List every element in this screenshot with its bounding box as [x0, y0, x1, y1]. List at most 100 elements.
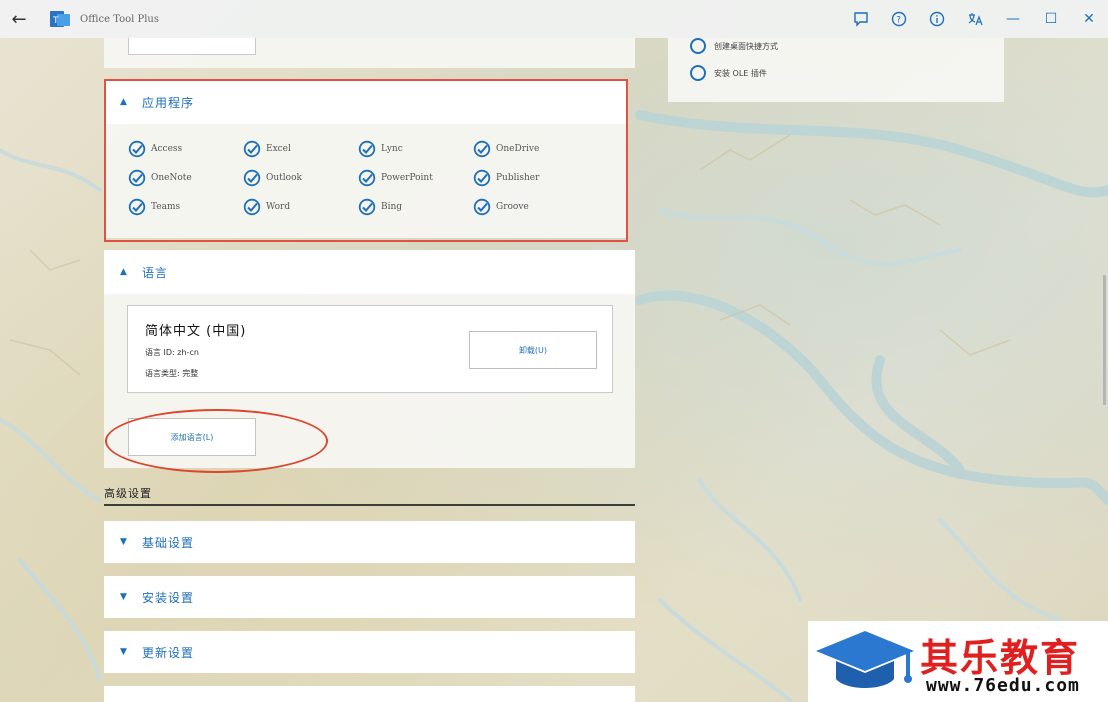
checkmark-circle-icon: [473, 198, 491, 215]
close-button[interactable]: ✕: [1070, 0, 1108, 38]
radio-icon: [690, 65, 706, 81]
watermark-name: 其乐教育: [920, 636, 1081, 680]
scrollbar[interactable]: [1103, 275, 1106, 405]
update-settings-title: 更新设置: [142, 645, 195, 660]
language-section-header[interactable]: ▲ 语言: [104, 250, 635, 294]
help-button[interactable]: ?: [880, 0, 918, 38]
basic-settings-header[interactable]: ▼ 基础设置: [104, 521, 635, 563]
checkmark-circle-icon: [358, 140, 376, 157]
chevron-down-icon: ▼: [120, 537, 127, 547]
checkmark-circle-icon: [243, 140, 261, 157]
checkmark-circle-icon: [473, 169, 491, 186]
language-type: 语言类型: 完整: [145, 369, 199, 378]
app-label: Excel: [266, 143, 291, 154]
title-bar: ← T Office Tool Plus ? — ☐ ✕: [0, 0, 1108, 38]
back-icon: ←: [11, 8, 27, 30]
watermark-url: www.76edu.com: [926, 675, 1080, 696]
language-section-title: 语言: [142, 265, 169, 280]
language-card: 简体中文 (中国) 语言 ID: zh-cn 语言类型: 完整 卸载(U): [127, 305, 613, 393]
chevron-down-icon: ▼: [120, 592, 127, 602]
app-item-teams[interactable]: Teams: [128, 196, 243, 217]
language-section: ▲ 语言 简体中文 (中国) 语言 ID: zh-cn 语言类型: 完整 卸载(…: [104, 250, 635, 468]
maximize-icon: ☐: [1044, 11, 1058, 27]
install-settings-section[interactable]: ▼ 安装设置: [104, 576, 635, 618]
app-item-access[interactable]: Access: [128, 138, 243, 159]
option-ole-plugin[interactable]: 安装 OLE 插件: [690, 65, 767, 81]
language-icon: [968, 13, 983, 26]
option-label: 创建桌面快捷方式: [714, 41, 778, 51]
app-item-onedrive[interactable]: OneDrive: [473, 138, 588, 159]
app-item-lync[interactable]: Lync: [358, 138, 473, 159]
app-item-excel[interactable]: Excel: [243, 138, 358, 159]
advanced-settings-title: 高级设置: [104, 487, 152, 500]
back-button[interactable]: ←: [0, 0, 38, 38]
language-button[interactable]: [956, 0, 994, 38]
chevron-up-icon: ▲: [120, 267, 127, 277]
language-id: 语言 ID: zh-cn: [145, 348, 199, 357]
help-icon: ?: [891, 11, 907, 27]
app-label: PowerPoint: [381, 172, 433, 183]
info-icon: [929, 11, 945, 27]
install-options-panel: 创建桌面快捷方式 安装 OLE 插件: [668, 38, 1004, 102]
maximize-button[interactable]: ☐: [1032, 0, 1070, 38]
checkmark-circle-icon: [473, 140, 491, 157]
apps-section-header[interactable]: ▲ 应用程序: [104, 80, 626, 124]
install-settings-title: 安装设置: [142, 590, 195, 605]
advanced-divider: [104, 504, 635, 506]
app-label: OneDrive: [496, 143, 540, 154]
next-section-stub: [104, 686, 635, 702]
checkmark-circle-icon: [128, 140, 146, 157]
graduation-cap-icon: [816, 631, 914, 688]
uninstall-button[interactable]: 卸载(U): [469, 331, 597, 369]
minimize-button[interactable]: —: [994, 0, 1032, 38]
app-item-word[interactable]: Word: [243, 196, 358, 217]
previous-section-button[interactable]: [128, 36, 256, 55]
add-language-button[interactable]: 添加语言(L): [128, 418, 256, 456]
app-label: Teams: [151, 201, 181, 212]
app-label: Lync: [381, 143, 403, 154]
app-label: Bing: [381, 201, 403, 212]
app-item-groove[interactable]: Groove: [473, 196, 588, 217]
basic-settings-title: 基础设置: [142, 535, 195, 550]
watermark: 其乐教育 www.76edu.com: [808, 621, 1108, 702]
install-settings-header[interactable]: ▼ 安装设置: [104, 576, 635, 618]
app-title: Office Tool Plus: [80, 13, 160, 25]
option-desktop-shortcut[interactable]: 创建桌面快捷方式: [690, 38, 778, 54]
close-icon: ✕: [1083, 11, 1095, 27]
app-label: Word: [266, 201, 291, 212]
chevron-up-icon: ▲: [120, 97, 127, 107]
previous-section-stub: [104, 36, 635, 68]
app-label: Groove: [496, 201, 529, 212]
update-settings-header[interactable]: ▼ 更新设置: [104, 631, 635, 673]
title-bar-controls: ? — ☐ ✕: [842, 0, 1108, 38]
radio-icon: [690, 38, 706, 54]
language-name: 简体中文 (中国): [145, 324, 247, 339]
checkmark-circle-icon: [128, 198, 146, 215]
app-label: Outlook: [266, 172, 302, 183]
apps-section: ▲ 应用程序 Access Excel Lync OneDrive OneNote Out…: [104, 80, 626, 238]
minimize-icon: —: [1006, 11, 1020, 27]
apps-grid: Access Excel Lync OneDrive OneNote Outlook Pow…: [128, 138, 598, 217]
app-label: OneNote: [151, 172, 192, 183]
feedback-icon: [854, 12, 868, 27]
app-item-onenote[interactable]: OneNote: [128, 167, 243, 188]
checkmark-circle-icon: [358, 169, 376, 186]
app-label: Publisher: [496, 172, 540, 183]
app-item-bing[interactable]: Bing: [358, 196, 473, 217]
chevron-down-icon: ▼: [120, 647, 127, 657]
checkmark-circle-icon: [243, 198, 261, 215]
svg-text:?: ?: [896, 16, 901, 26]
checkmark-circle-icon: [243, 169, 261, 186]
info-button[interactable]: [918, 0, 956, 38]
apps-section-title: 应用程序: [142, 95, 195, 110]
svg-text:T: T: [52, 16, 59, 26]
update-settings-section[interactable]: ▼ 更新设置: [104, 631, 635, 673]
checkmark-circle-icon: [128, 169, 146, 186]
feedback-button[interactable]: [842, 0, 880, 38]
app-item-powerpoint[interactable]: PowerPoint: [358, 167, 473, 188]
app-item-outlook[interactable]: Outlook: [243, 167, 358, 188]
app-item-publisher[interactable]: Publisher: [473, 167, 588, 188]
app-logo: T: [50, 11, 70, 27]
checkmark-circle-icon: [358, 198, 376, 215]
basic-settings-section[interactable]: ▼ 基础设置: [104, 521, 635, 563]
